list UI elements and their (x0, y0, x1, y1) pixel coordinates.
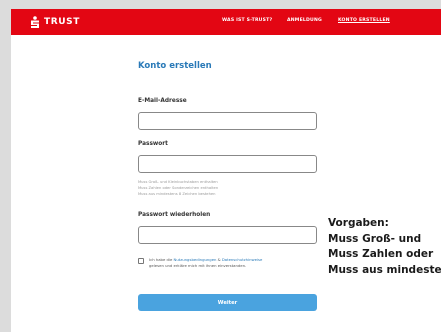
password-label: Passwort (138, 141, 168, 147)
continue-button[interactable]: Weiter (138, 294, 317, 311)
password-hint: Muss aus mindestens 8 Zeichen bestehen (138, 192, 216, 196)
email-label: E-Mail-Adresse (138, 98, 187, 104)
annotation-line: Muss Zahlen oder (328, 248, 434, 260)
annotation-line: Vorgaben: (328, 217, 389, 229)
sparkasse-s-icon (30, 15, 40, 29)
annotation-line: Muss aus mindestens (328, 263, 441, 276)
nav-link-login[interactable]: ANMELDUNG (287, 18, 322, 23)
consent-text: Ich habe die Nutzungsbedingungen & Daten… (149, 257, 324, 269)
email-field[interactable] (138, 112, 317, 130)
terms-link[interactable]: Nutzungsbedingungen (174, 257, 217, 262)
privacy-link[interactable]: Datenschutzhinweise (222, 257, 263, 262)
repeat-password-field[interactable] (138, 226, 317, 244)
nav-link-what-is-s-trust[interactable]: WAS IST S-TRUST? (222, 18, 272, 23)
password-field[interactable] (138, 155, 317, 173)
consent-prefix: Ich habe die (149, 257, 174, 262)
nav-link-create-account[interactable]: KONTO ERSTELLEN (338, 18, 390, 23)
page-title: Konto erstellen (138, 61, 212, 71)
consent-suffix: gelesen und erkläre mich mit ihnen einve… (149, 263, 247, 268)
password-hint: Muss Zahlen oder Sonderzeichen enthalten (138, 186, 219, 190)
brand-name: TRUST (44, 17, 80, 27)
password-hint: Muss Groß- und Kleinbuchstaben enthalten (138, 180, 218, 184)
top-nav-bar: TRUST WAS IST S-TRUST? ANMELDUNG KONTO E… (11, 9, 441, 35)
requirements-annotation: Vorgaben: Muss Groß- und Muss Zahlen ode… (328, 216, 441, 291)
consent-checkbox[interactable] (138, 258, 144, 264)
annotation-line: Muss Groß- und (328, 232, 422, 245)
repeat-password-label: Passwort wiederholen (138, 212, 211, 218)
brand-logo[interactable]: TRUST (30, 15, 80, 29)
